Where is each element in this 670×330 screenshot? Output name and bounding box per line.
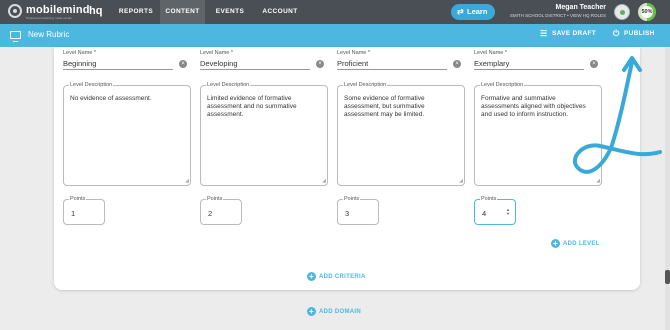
resize-handle-icon[interactable]: ◢ bbox=[459, 178, 463, 184]
brand-tagline: Professional learning made simple bbox=[26, 16, 72, 20]
points-value: 4 bbox=[482, 209, 487, 218]
clear-icon[interactable]: × bbox=[590, 60, 598, 68]
add-domain-button[interactable]: + ADD DOMAIN bbox=[307, 307, 361, 316]
level-description-field[interactable]: Level Description No evidence of assessm… bbox=[63, 82, 191, 186]
page-title: New Rubric bbox=[28, 30, 70, 39]
level-description-text: Formative and summative assessments alig… bbox=[481, 95, 586, 118]
level-name-label: Level Name * bbox=[63, 50, 97, 56]
plus-circle-icon: + bbox=[307, 272, 316, 281]
plus-circle-icon: + bbox=[307, 307, 316, 316]
add-criteria-label: ADD CRITERIA bbox=[319, 274, 366, 280]
level-name-input[interactable]: Beginning bbox=[63, 58, 173, 70]
level-name-label: Level Name * bbox=[474, 50, 508, 56]
tab-content[interactable]: CONTENT bbox=[160, 0, 205, 24]
progress-label: 50% bbox=[641, 6, 653, 18]
points-input[interactable]: Points 1 bbox=[63, 196, 105, 225]
points-value: 2 bbox=[208, 209, 213, 218]
points-input[interactable]: Points 2 bbox=[200, 196, 242, 225]
clear-icon[interactable]: × bbox=[179, 60, 187, 68]
resize-handle-icon[interactable]: ◢ bbox=[322, 178, 326, 184]
level-name-input[interactable]: Exemplary bbox=[474, 58, 584, 70]
level-description-field[interactable]: Level Description Limited evidence of fo… bbox=[200, 82, 328, 186]
scrollbar-thumb[interactable] bbox=[665, 270, 670, 284]
points-value: 3 bbox=[345, 209, 350, 218]
number-stepper-icon[interactable]: ▲ ▼ bbox=[506, 208, 510, 216]
resize-handle-icon[interactable]: ◢ bbox=[185, 178, 189, 184]
user-district-link[interactable]: SMITH SCHOOL DISTRICT • VIEW HQ ROLES bbox=[510, 13, 606, 18]
save-draft-icon: ☰ bbox=[540, 29, 548, 38]
level-description-label: Level Description bbox=[343, 82, 388, 88]
add-level-button[interactable]: + ADD LEVEL bbox=[551, 239, 600, 248]
points-input[interactable]: Points 3 bbox=[337, 196, 379, 225]
level-description-label: Level Description bbox=[69, 82, 114, 88]
progress-ring[interactable]: 50% bbox=[638, 3, 656, 21]
add-criteria-button[interactable]: + ADD CRITERIA bbox=[307, 272, 366, 281]
points-label: Points bbox=[480, 196, 498, 202]
brand-name[interactable]: mobilemind bbox=[26, 4, 90, 16]
tab-account[interactable]: ACCOUNT bbox=[255, 0, 305, 24]
publish-icon: ⏻ bbox=[613, 29, 620, 38]
points-label: Points bbox=[206, 196, 224, 202]
level-name-input[interactable]: Developing bbox=[200, 58, 310, 70]
plus-circle-icon: + bbox=[551, 239, 560, 248]
rubric-levels-card: Level Name * Beginning × Level Descripti… bbox=[54, 47, 640, 290]
clear-icon[interactable]: × bbox=[453, 60, 461, 68]
points-value: 1 bbox=[71, 209, 76, 218]
level-name-label: Level Name * bbox=[200, 50, 234, 56]
level-description-label: Level Description bbox=[206, 82, 251, 88]
add-domain-label: ADD DOMAIN bbox=[319, 309, 361, 315]
top-nav: mobilemind Professional learning made si… bbox=[0, 0, 670, 24]
add-level-label: ADD LEVEL bbox=[563, 241, 600, 247]
monitor-icon bbox=[10, 31, 21, 42]
level-description-text: No evidence of assessment. bbox=[70, 95, 152, 102]
level-description-label: Level Description bbox=[480, 82, 525, 88]
level-name-input[interactable]: Proficient bbox=[337, 58, 447, 70]
level-description-text: Limited evidence of formative assessment… bbox=[207, 95, 297, 118]
avatar[interactable] bbox=[614, 4, 630, 20]
level-description-field[interactable]: Level Description Formative and summativ… bbox=[474, 82, 602, 186]
points-label: Points bbox=[69, 196, 87, 202]
publish-button[interactable]: ⏻ PUBLISH bbox=[613, 29, 655, 38]
tab-reports[interactable]: REPORTS bbox=[112, 0, 160, 24]
shuffle-icon: ⇄ bbox=[457, 7, 464, 16]
level-description-text: Some evidence of formative assessment, b… bbox=[344, 95, 425, 118]
mobilemind-logo-icon[interactable] bbox=[8, 4, 22, 18]
publish-label: PUBLISH bbox=[624, 30, 655, 37]
save-draft-button[interactable]: ☰ SAVE DRAFT bbox=[540, 29, 597, 38]
save-draft-label: SAVE DRAFT bbox=[552, 30, 597, 37]
level-name-label: Level Name * bbox=[337, 50, 371, 56]
user-name[interactable]: Megan Teacher bbox=[556, 4, 606, 11]
points-input[interactable]: Points 4 ▲ ▼ bbox=[474, 196, 516, 225]
product-name: hq bbox=[89, 5, 103, 17]
tab-events[interactable]: EVENTS bbox=[205, 0, 255, 24]
clear-icon[interactable]: × bbox=[316, 60, 324, 68]
level-description-field[interactable]: Level Description Some evidence of forma… bbox=[337, 82, 465, 186]
learn-button-label: Learn bbox=[467, 7, 488, 16]
rubric-header-bar: New Rubric ☰ SAVE DRAFT ⏻ PUBLISH bbox=[0, 24, 670, 47]
points-label: Points bbox=[343, 196, 361, 202]
scrollbar-track[interactable] bbox=[665, 47, 670, 330]
resize-handle-icon[interactable]: ◢ bbox=[596, 178, 600, 184]
learn-button[interactable]: ⇄ Learn bbox=[451, 4, 495, 20]
